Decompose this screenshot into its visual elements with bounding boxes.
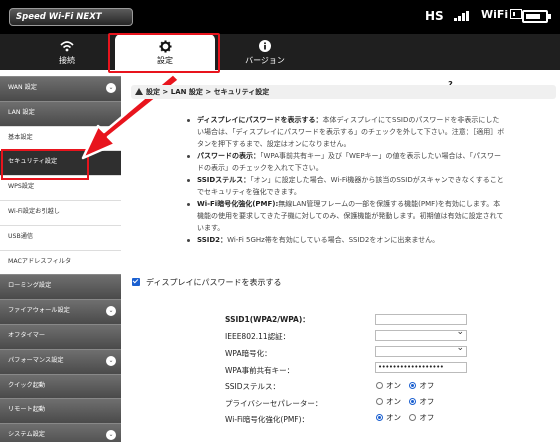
ssid-input[interactable] bbox=[375, 314, 467, 325]
help-note-title: SSIDステルス： bbox=[197, 176, 251, 184]
main-nav: 接続 設定 バージョン ?ヘルプ ● ログアウト bbox=[0, 34, 560, 90]
sidebar-item-label: MACアドレスフィルタ bbox=[8, 257, 72, 265]
help-note: パスワードの表示：「WPA事前共有キー」及び「WEPキー」の値を表示したい場合は… bbox=[186, 150, 506, 174]
help-note-title: パスワードの表示： bbox=[197, 152, 260, 160]
help-note: ディスプレイにパスワードを表示する：本体ディスプレイにてSSIDのパスワードを非… bbox=[186, 114, 506, 150]
breadcrumb: 設定 > LAN 設定 > セキュリティ設定 bbox=[146, 88, 270, 96]
help-note: SSIDステルス：「オン」に設定した場合、Wi-Fi機器から該当のSSIDがスキ… bbox=[186, 174, 506, 198]
stealth-radio-group: オン オフ bbox=[376, 380, 440, 391]
sidebar-item-label: リモート起動 bbox=[8, 406, 46, 414]
auth-label: IEEE802.11認証： bbox=[225, 332, 291, 341]
radio-off-icon[interactable] bbox=[376, 398, 383, 405]
privacy-separator-label: プライバシーセパレーター： bbox=[225, 399, 323, 408]
stealth-on-radio[interactable]: オン bbox=[376, 381, 401, 390]
ssid-label: SSID1(WPA2/WPA)： bbox=[225, 315, 310, 324]
wifi-icon bbox=[36, 34, 98, 52]
brand-logo: Speed Wi-Fi NEXT bbox=[9, 8, 133, 26]
tab-connect[interactable]: 接続 bbox=[36, 34, 98, 70]
top-header: Speed Wi-Fi NEXT HS WiFi bbox=[0, 0, 560, 34]
wifi-box-icon bbox=[510, 9, 523, 19]
wifi-status-indicator: WiFi bbox=[481, 8, 523, 21]
radio-on-icon[interactable] bbox=[409, 382, 417, 389]
radio-on-icon[interactable] bbox=[376, 414, 383, 421]
sidebar-item[interactable]: オフタイマー bbox=[0, 323, 121, 349]
radio-on-icon[interactable] bbox=[409, 398, 417, 405]
psk-label: WPA事前共有キー： bbox=[225, 366, 295, 375]
sidebar-item[interactable]: クイック起動 bbox=[0, 373, 121, 399]
highlight-box-security-item bbox=[1, 149, 89, 180]
pmf-off-radio[interactable]: オフ bbox=[409, 413, 434, 422]
show-password-checkbox[interactable]: ディスプレイにパスワードを表示する bbox=[132, 277, 281, 288]
encryption-select[interactable] bbox=[375, 343, 467, 357]
sidebar-item[interactable]: MACアドレスフィルタ bbox=[0, 249, 121, 275]
auth-select[interactable] bbox=[375, 327, 467, 341]
sidebar-item[interactable]: システム設定 ⌄ bbox=[0, 423, 121, 442]
radio-off-icon[interactable] bbox=[376, 382, 383, 389]
annotation-arrow bbox=[81, 72, 180, 160]
network-mode-indicator: HS bbox=[425, 9, 444, 23]
privacy-separator-radio-group: オン オフ bbox=[376, 396, 440, 407]
tab-connect-label: 接続 bbox=[59, 56, 75, 65]
help-note-title: ディスプレイにパスワードを表示する： bbox=[197, 116, 323, 124]
warning-triangle-icon bbox=[135, 88, 143, 95]
pmf-radio-group: オン オフ bbox=[376, 412, 440, 423]
checkbox-checked-icon[interactable] bbox=[132, 278, 140, 286]
signal-bars-icon bbox=[454, 11, 470, 21]
sidebar-item[interactable]: パフォーマンス設定 ⌄ bbox=[0, 348, 121, 374]
tab-version-label: バージョン bbox=[245, 56, 285, 65]
privacy-separator-on-radio[interactable]: オン bbox=[376, 397, 401, 406]
sidebar-item-label: クイック起動 bbox=[8, 381, 46, 389]
tab-version[interactable]: バージョン bbox=[215, 34, 315, 70]
chevron-down-icon[interactable]: ⌄ bbox=[106, 355, 116, 366]
sidebar-item[interactable]: リモート起動 bbox=[0, 398, 121, 424]
sidebar-item[interactable]: Wi-Fi設定お引越し bbox=[0, 199, 121, 225]
show-password-label: ディスプレイにパスワードを表示する bbox=[146, 278, 282, 287]
pmf-label: Wi-Fi暗号化強化(PMF)： bbox=[225, 415, 310, 424]
battery-icon bbox=[522, 10, 551, 23]
help-notes: ディスプレイにパスワードを表示する：本体ディスプレイにてSSIDのパスワードを非… bbox=[186, 114, 506, 246]
help-note-title: SSID2： bbox=[197, 236, 228, 244]
privacy-separator-off-radio[interactable]: オフ bbox=[409, 397, 434, 406]
sidebar-item[interactable]: USB通信 bbox=[0, 224, 121, 250]
help-note: Wi-Fi暗号化強化(PMF):無線LAN管理フレームの一部を保護する機能(PM… bbox=[186, 198, 506, 234]
info-icon bbox=[215, 34, 315, 52]
sidebar-item-label: WPS設定 bbox=[8, 183, 35, 191]
sidebar-item-label: システム設定 bbox=[8, 431, 45, 439]
help-note: SSID2：Wi-Fi 5GHz帯を有効にしている場合、SSID2をオンに出来ま… bbox=[186, 234, 506, 246]
help-note-text: Wi-Fi 5GHz帯を有効にしている場合、SSID2をオンに出来ません。 bbox=[227, 236, 440, 244]
chevron-down-icon[interactable]: ⌄ bbox=[106, 306, 116, 317]
radio-off-icon[interactable] bbox=[409, 414, 417, 421]
sidebar-item-label: 基本設定 bbox=[8, 133, 33, 141]
sidebar-item-label: ファイアウォール設定 bbox=[8, 307, 70, 315]
sidebar-item[interactable]: ファイアウォール設定 ⌄ bbox=[0, 299, 121, 324]
wifi-label: WiFi bbox=[481, 8, 509, 21]
help-note-title: Wi-Fi暗号化強化(PMF): bbox=[197, 200, 279, 208]
sidebar-item-label: ローミング設定 bbox=[8, 282, 52, 290]
battery-level bbox=[526, 14, 541, 19]
sidebar-item[interactable]: ローミング設定 bbox=[0, 274, 121, 300]
sidebar-item-label: LAN 設定 bbox=[8, 108, 35, 116]
chevron-down-icon[interactable]: ⌄ bbox=[106, 430, 116, 441]
psk-input[interactable]: •••••••••••••••••• bbox=[375, 362, 467, 373]
sidebar-item-label: WAN 設定 bbox=[8, 84, 37, 91]
sidebar-item-label: USB通信 bbox=[8, 232, 34, 240]
stealth-off-radio[interactable]: オフ bbox=[409, 381, 434, 390]
sidebar-item-label: パフォーマンス設定 bbox=[8, 356, 64, 364]
sidebar-item-label: Wi-Fi設定お引越し bbox=[8, 207, 60, 215]
sidebar-item-label: オフタイマー bbox=[8, 331, 46, 339]
encryption-label: WPA暗号化： bbox=[225, 349, 272, 358]
pmf-on-radio[interactable]: オン bbox=[376, 413, 401, 422]
stealth-label: SSIDステルス： bbox=[225, 382, 281, 391]
